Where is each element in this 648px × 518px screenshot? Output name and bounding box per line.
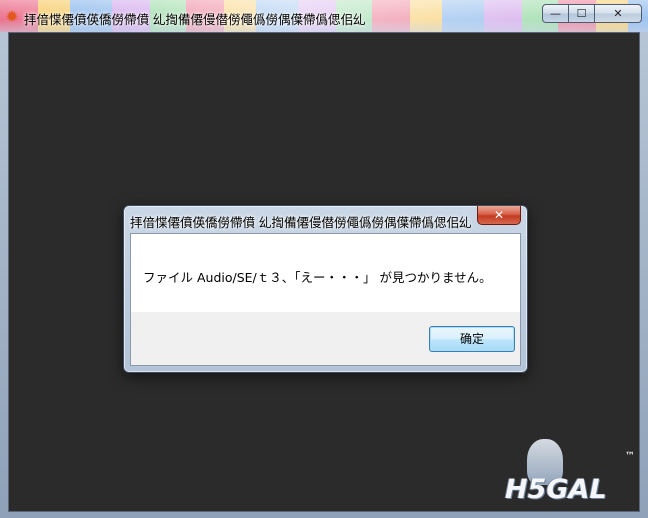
ok-button[interactable]: 确定 bbox=[429, 326, 515, 352]
watermark-logo: H5GAL ™ bbox=[505, 439, 635, 505]
title-bar[interactable]: ✹ 拝偣惵僊僨偀僑僗僀僨 乣揈備僊僈僣僗僶僞僗偶僷僀僞偲佀乣 — ☐ ✕ bbox=[0, 0, 648, 32]
window-title: 拝偣惵僊僨偀僑僗僀僨 乣揈備僊僈僣僗僶僞僗偶僷僀僞偲佀乣 bbox=[24, 12, 366, 27]
dialog-body: ファイル Audio/SE/ｔ３、「えー・・・」 が見つかりません。 确定 bbox=[130, 233, 521, 366]
maximize-button[interactable]: ☐ bbox=[569, 4, 595, 23]
message-area: ファイル Audio/SE/ｔ３、「えー・・・」 が見つかりません。 bbox=[131, 234, 520, 312]
trademark-symbol: ™ bbox=[625, 451, 635, 462]
watermark-text: H5GAL bbox=[505, 474, 607, 505]
caption-buttons: — ☐ ✕ bbox=[542, 4, 642, 23]
message-dialog: 拝偣惵僊僨偀僑僗僀僨 乣揈備僊僈僣僗僶僞僗偶僷僀僞偲佀乣 ✕ ファイル Audi… bbox=[123, 205, 528, 373]
dialog-close-button[interactable]: ✕ bbox=[477, 206, 521, 225]
dialog-title: 拝偣惵僊僨偀僑僗僀僨 乣揈備僊僈僣僗僶僞僗偶僷僀僞偲佀乣 bbox=[130, 215, 472, 230]
sunburst-app-icon[interactable]: ✹ bbox=[4, 9, 20, 25]
error-message: ファイル Audio/SE/ｔ３、「えー・・・」 が見つかりません。 bbox=[143, 270, 492, 285]
minimize-button[interactable]: — bbox=[542, 4, 569, 23]
close-button[interactable]: ✕ bbox=[595, 4, 642, 23]
